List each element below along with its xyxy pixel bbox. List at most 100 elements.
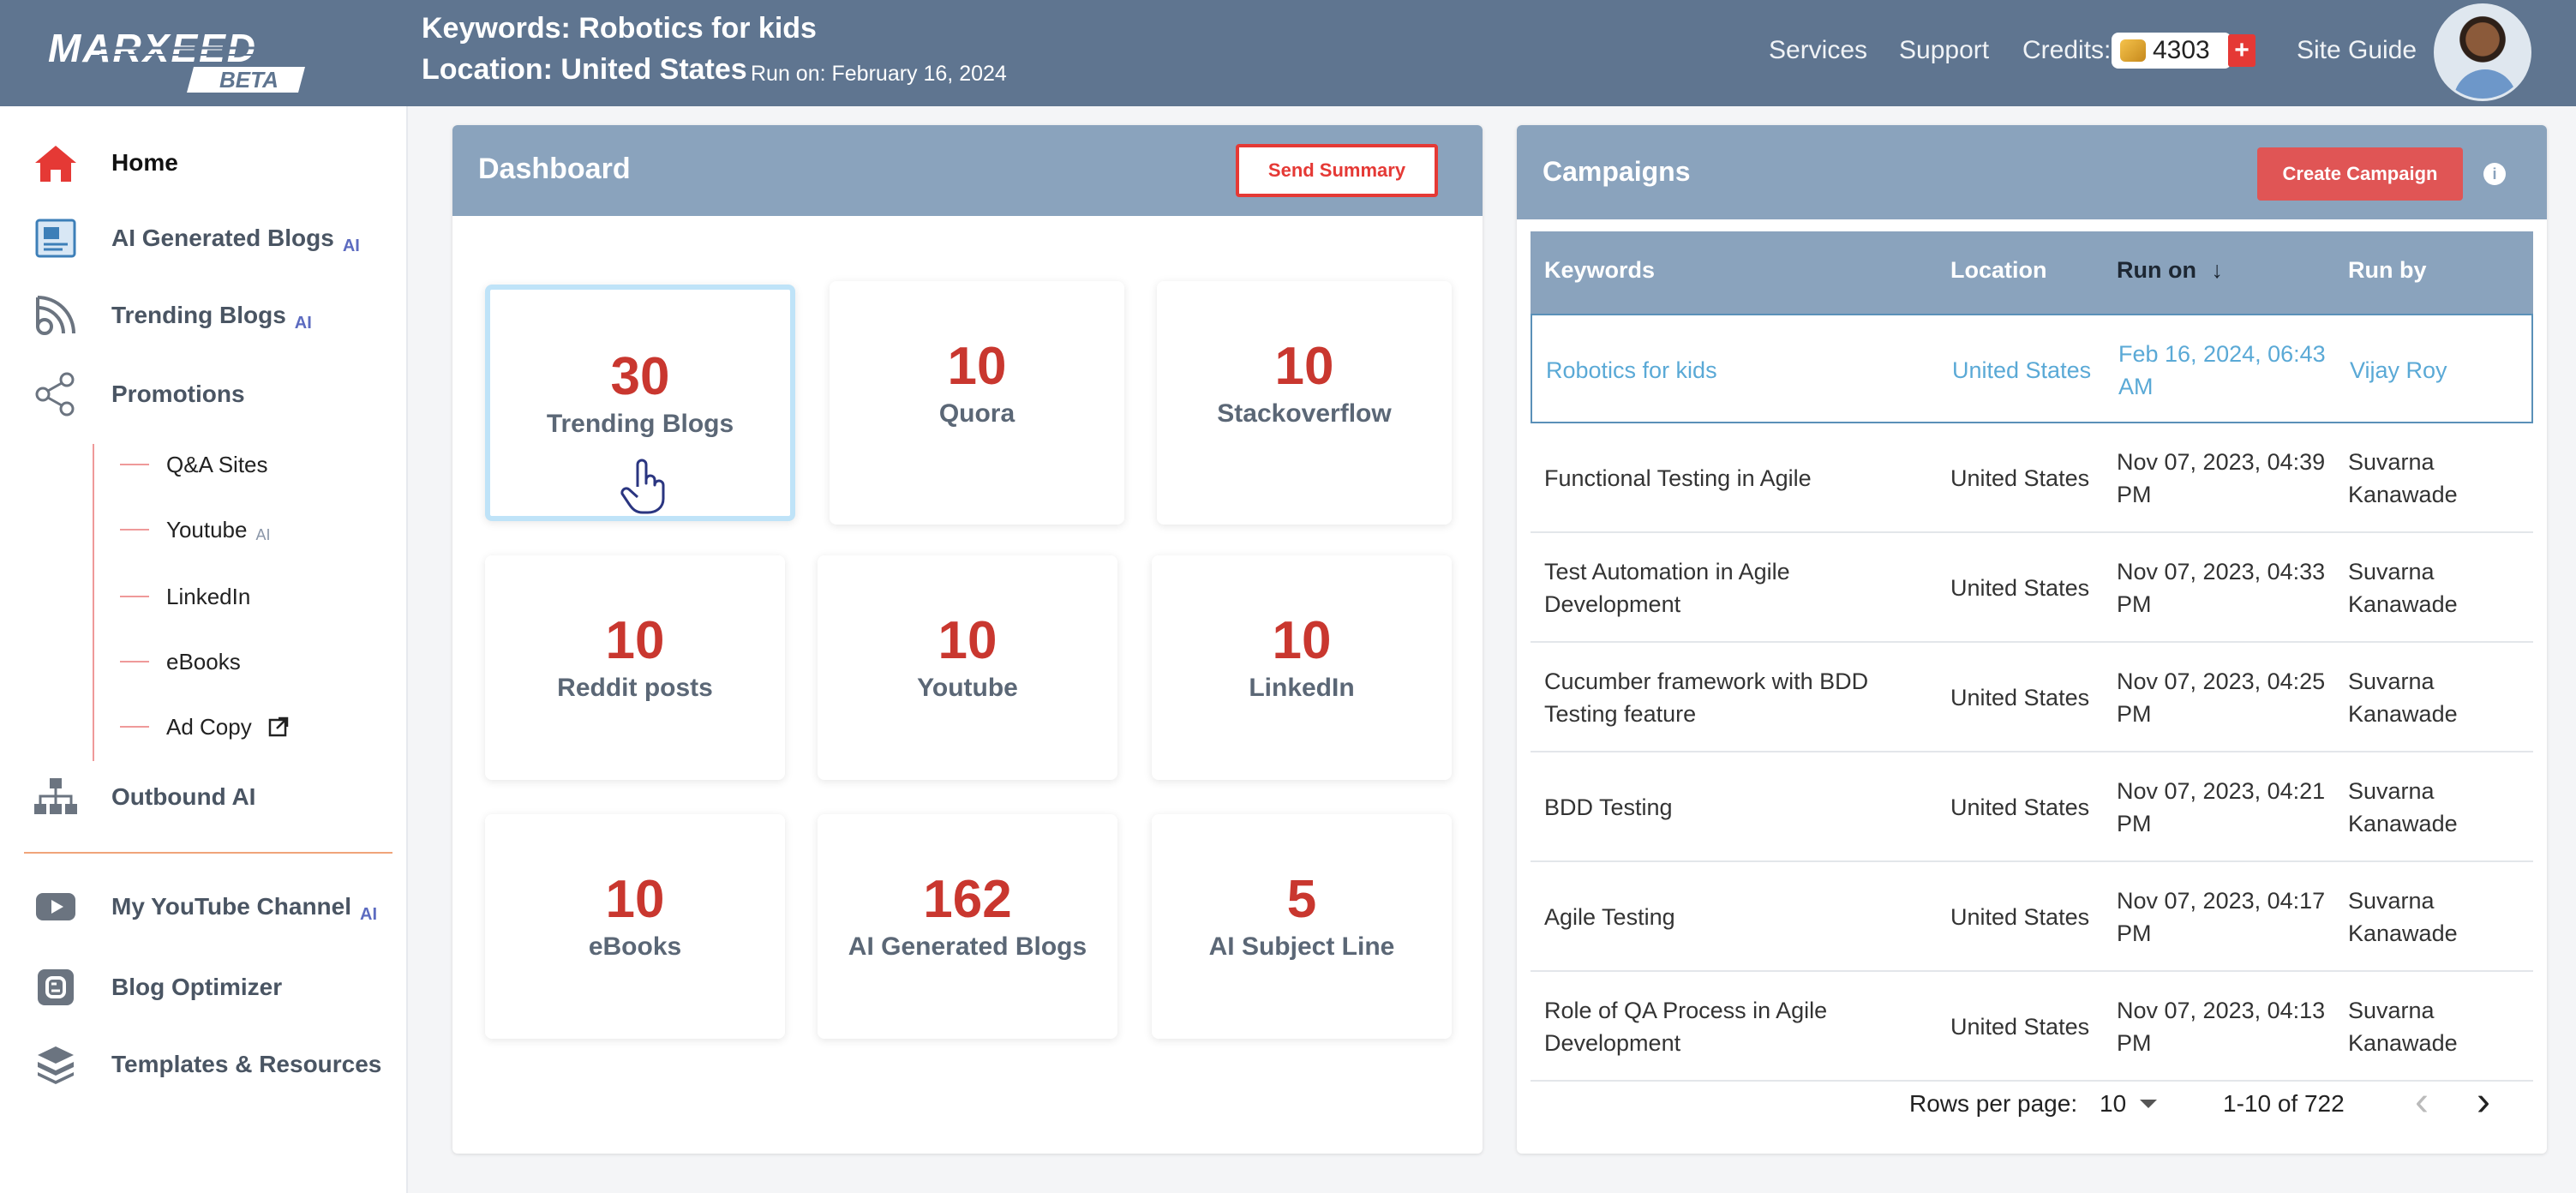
credits-label: Credits: [2022, 36, 2112, 64]
info-icon[interactable]: i [2483, 163, 2506, 185]
sidebar-subitem-youtube[interactable]: Youtube AI [120, 513, 271, 547]
table-row[interactable]: Cucumber framework with BDD Testing featu… [1531, 643, 2533, 752]
sidebar-item-ai-generated-blogs[interactable]: AI Generated Blogs AI [0, 213, 408, 264]
stat-value: 10 [605, 870, 665, 929]
cell-keywords-line: Development [1544, 1030, 1681, 1056]
stat-label: Youtube [917, 674, 1018, 702]
rows-per-page-label: Rows per page: [1909, 1090, 2078, 1117]
credits-value: 4303 [2153, 36, 2210, 64]
subitem-label: eBooks [166, 648, 241, 674]
sidebar-item-promotions[interactable]: Promotions [0, 369, 408, 420]
dashboard-panel: Dashboard Send Summary 30 Trending Blogs… [452, 125, 1483, 1154]
cell-keywords: Cucumber framework with BDD Testing featu… [1544, 665, 1868, 730]
sidebar-item-outbound-ai[interactable]: Outbound AI [0, 771, 408, 823]
cell-run-by-line: Suvarna [2348, 998, 2435, 1023]
cell-run-on: Nov 07, 2023, 04:21 PM [2117, 775, 2325, 840]
cell-run-by-line: Suvarna [2348, 778, 2435, 804]
prev-page-button[interactable]: ‹ [2415, 1078, 2429, 1125]
stat-card-ai-generated-blogs[interactable]: 162 AI Generated Blogs [818, 814, 1117, 1039]
cell-run-by-line: Suvarna [2348, 559, 2435, 585]
cell-location-line: United States [1950, 1014, 2090, 1040]
sidebar-item-blog-optimizer[interactable]: Blog Optimizer [0, 962, 408, 1013]
campaigns-header: Campaigns Create Campaign i [1517, 125, 2547, 219]
table-row[interactable]: Role of QA Process in Agile Development Un… [1531, 972, 2533, 1082]
cell-location: United States [1950, 1010, 2089, 1043]
ai-badge: AI [294, 314, 312, 333]
cell-location-line: United States [1950, 794, 2090, 820]
cell-run-by-line: Suvarna [2348, 888, 2435, 914]
column-header-run-on[interactable]: Run on ↓ [2117, 257, 2223, 284]
stat-card-linkedin[interactable]: 10 LinkedIn [1152, 555, 1452, 780]
table-row[interactable]: Agile Testing United States Nov 07, 2023, … [1531, 862, 2533, 972]
stat-card-ebooks[interactable]: 10 eBooks [485, 814, 785, 1039]
chevron-down-icon [2140, 1100, 2158, 1108]
cell-run-on: Nov 07, 2023, 04:17 PM [2117, 884, 2325, 950]
keywords-title: Keywords: Robotics for kids [422, 12, 817, 45]
rows-per-page-select[interactable]: 10 [2100, 1090, 2158, 1118]
ai-badge: AI [360, 905, 378, 924]
sidebar-subitem-ebooks[interactable]: eBooks [120, 644, 241, 679]
table-row[interactable]: BDD Testing United States Nov 07, 2023, 04… [1531, 752, 2533, 862]
services-link[interactable]: Services [1769, 36, 1867, 65]
table-row[interactable]: Robotics for kids United States Feb 16, 20… [1531, 314, 2533, 423]
cell-keywords-line: BDD Testing [1544, 794, 1673, 820]
cell-run-on-line: PM [2117, 811, 2152, 836]
campaigns-panel: Campaigns Create Campaign i Keywords Loc… [1517, 125, 2547, 1154]
cell-keywords-line: Role of QA Process in Agile [1544, 998, 1828, 1023]
campaigns-title: Campaigns [1543, 156, 1691, 187]
cell-run-on: Feb 16, 2024, 06:43 AM [2118, 338, 2326, 403]
sidebar-subitem-qa-sites[interactable]: Q&A Sites [120, 447, 268, 482]
coins-icon [2120, 39, 2146, 62]
add-credits-button[interactable]: + [2228, 34, 2255, 67]
org-chart-icon [33, 774, 79, 820]
cell-run-on-line: PM [2117, 1030, 2152, 1056]
sidebar-subitem-ad-copy[interactable]: Ad Copy [120, 710, 290, 744]
column-header-location[interactable]: Location [1950, 257, 2047, 284]
support-link[interactable]: Support [1899, 36, 1989, 65]
stat-value: 30 [610, 347, 670, 406]
site-guide-link[interactable]: Site Guide [2297, 36, 2417, 65]
sidebar-item-templates-resources[interactable]: Templates & Resources [0, 1039, 408, 1090]
cell-run-on-line: PM [2117, 701, 2152, 727]
rss-icon [33, 292, 79, 339]
stat-card-stackoverflow[interactable]: 10 Stackoverflow [1157, 281, 1452, 525]
cell-keywords: BDD Testing [1544, 791, 1673, 824]
sidebar-divider [24, 852, 392, 854]
send-summary-button[interactable]: Send Summary [1236, 144, 1438, 197]
cell-run-by-line: Kanawade [2348, 701, 2458, 727]
sidebar-item-trending-blogs[interactable]: Trending Blogs AI [0, 290, 408, 341]
location-title: Location: United States [422, 53, 747, 86]
cell-run-by-line: Kanawade [2348, 591, 2458, 617]
cell-run-by-line: Suvarna [2348, 668, 2435, 694]
next-page-button[interactable]: › [2477, 1078, 2490, 1125]
marxeed-logo[interactable]: MARXEED BETA [48, 24, 322, 94]
user-avatar[interactable] [2434, 3, 2531, 101]
table-row[interactable]: Test Automation in Agile Development Unite… [1531, 533, 2533, 643]
cell-location-line: United States [1952, 357, 2092, 383]
cell-keywords-line: Functional Testing in Agile [1544, 465, 1812, 491]
stat-card-youtube[interactable]: 10 Youtube [818, 555, 1117, 780]
cell-run-by: Suvarna Kanawade [2348, 994, 2458, 1059]
stat-card-quora[interactable]: 10 Quora [830, 281, 1124, 525]
stat-value: 10 [605, 611, 665, 670]
cell-run-on-line: Nov 07, 2023, 04:17 [2117, 888, 2326, 914]
cell-run-on-line: Nov 07, 2023, 04:33 [2117, 559, 2326, 585]
top-header: MARXEED BETA Keywords: Robotics for kids… [0, 0, 2576, 106]
sidebar-subitem-linkedin[interactable]: LinkedIn [120, 579, 250, 614]
stat-card-ai-subject-line[interactable]: 5 AI Subject Line [1152, 814, 1452, 1039]
sidebar-item-home[interactable]: Home [0, 137, 408, 189]
sidebar-item-label: Templates & Resources [111, 1051, 382, 1077]
table-row[interactable]: Functional Testing in Agile United States… [1531, 423, 2533, 533]
cell-location-line: United States [1950, 685, 2090, 710]
sort-arrow-icon: ↓ [2211, 257, 2224, 283]
column-header-run-by[interactable]: Run by [2348, 257, 2427, 284]
cell-keywords: Agile Testing [1544, 901, 1675, 933]
sidebar-item-my-youtube-channel[interactable]: My YouTube Channel AI [0, 881, 408, 932]
create-campaign-button[interactable]: Create Campaign [2257, 147, 2463, 201]
cell-run-on-line: Feb 16, 2024, 06:43 [2118, 341, 2326, 367]
cell-run-on-line: PM [2117, 591, 2152, 617]
column-header-keywords[interactable]: Keywords [1544, 257, 1655, 284]
credits-balance: 4303 [2112, 33, 2232, 69]
stat-card-trending-blogs[interactable]: 30 Trending Blogs [485, 285, 795, 521]
stat-card-reddit-posts[interactable]: 10 Reddit posts [485, 555, 785, 780]
